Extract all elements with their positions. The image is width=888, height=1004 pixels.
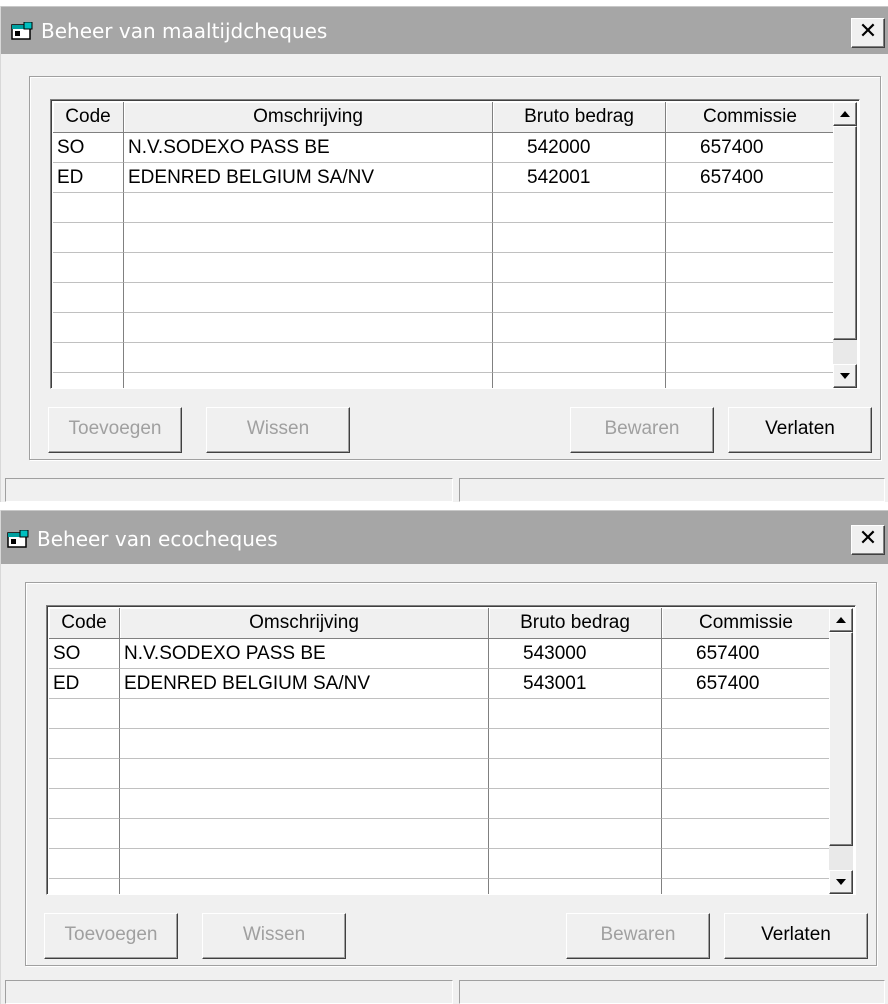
table-row-empty[interactable] (53, 313, 835, 343)
cell-code[interactable]: ED (49, 669, 120, 699)
table-row-empty[interactable] (53, 193, 835, 223)
cell-gross-amount[interactable]: 542001 (493, 163, 666, 193)
cell-description[interactable]: N.V.SODEXO PASS BE (120, 639, 489, 669)
status-pane-left (5, 478, 453, 502)
status-pane-right (459, 980, 885, 1004)
cell-code[interactable]: ED (53, 163, 124, 193)
window-title: Beheer van maaltijdcheques (41, 19, 328, 43)
cell-code[interactable]: SO (53, 133, 124, 163)
cell-description[interactable]: EDENRED BELGIUM SA/NV (120, 669, 489, 699)
column-header-description[interactable]: Omschrijving (120, 608, 489, 639)
table-row-empty[interactable] (49, 759, 831, 789)
table-row-empty[interactable] (49, 879, 831, 894)
table-row[interactable]: ED EDENRED BELGIUM SA/NV 543001 657400 (49, 669, 831, 699)
cheques-grid[interactable]: Code Omschrijving Bruto bedrag Commissie… (46, 605, 856, 895)
quit-button[interactable]: Verlaten (724, 913, 868, 959)
table-row[interactable]: ED EDENRED BELGIUM SA/NV 542001 657400 (53, 163, 835, 193)
close-icon: ✕ (858, 19, 878, 44)
title-bar[interactable]: Beheer van maaltijdcheques ✕ (1, 6, 888, 54)
cell-commission[interactable]: 657400 (666, 133, 835, 163)
add-button[interactable]: Toevoegen (48, 407, 182, 453)
table-row-empty[interactable] (49, 789, 831, 819)
table-row-empty[interactable] (49, 699, 831, 729)
delete-button[interactable]: Wissen (202, 913, 346, 959)
scroll-down-button[interactable] (833, 364, 857, 388)
status-bar (1, 978, 888, 1004)
window-app-icon (11, 22, 33, 40)
cell-code[interactable]: SO (49, 639, 120, 669)
status-pane-left (5, 980, 453, 1004)
scroll-up-arrow-icon (840, 111, 850, 117)
content-panel: Code Omschrijving Bruto bedrag Commissie… (25, 582, 877, 966)
table-row-empty[interactable] (53, 253, 835, 283)
column-header-commission[interactable]: Commissie (662, 608, 831, 639)
cell-commission[interactable]: 657400 (666, 163, 835, 193)
table-row-empty[interactable] (49, 729, 831, 759)
grid-header: Code Omschrijving Bruto bedrag Commissie (53, 102, 835, 133)
column-header-gross-amount[interactable]: Bruto bedrag (489, 608, 662, 639)
cell-gross-amount[interactable]: 543000 (489, 639, 662, 669)
column-header-gross-amount[interactable]: Bruto bedrag (493, 102, 666, 133)
scroll-up-arrow-icon (836, 617, 846, 623)
column-header-code[interactable]: Code (53, 102, 124, 133)
cheques-grid[interactable]: Code Omschrijving Bruto bedrag Commissie… (50, 99, 860, 389)
table-row-empty[interactable] (49, 819, 831, 849)
status-bar (1, 476, 888, 502)
vertical-scrollbar[interactable] (833, 102, 857, 388)
vertical-scrollbar[interactable] (829, 608, 853, 894)
meal-vouchers-window: Beheer van maaltijdcheques ✕ Code Omschr… (0, 6, 888, 502)
content-panel: Code Omschrijving Bruto bedrag Commissie… (29, 76, 881, 460)
close-button[interactable]: ✕ (851, 18, 885, 48)
scroll-down-arrow-icon (836, 879, 846, 885)
table-row-empty[interactable] (53, 223, 835, 253)
close-icon: ✕ (858, 526, 878, 551)
table-row-empty[interactable] (53, 283, 835, 313)
status-pane-right (459, 478, 885, 502)
close-button[interactable]: ✕ (851, 525, 885, 555)
eco-vouchers-window: Beheer van ecocheques ✕ Code Omschrijvin… (0, 510, 888, 1004)
cell-description[interactable]: N.V.SODEXO PASS BE (124, 133, 493, 163)
quit-button[interactable]: Verlaten (728, 407, 872, 453)
window-title: Beheer van ecocheques (37, 527, 278, 551)
delete-button[interactable]: Wissen (206, 407, 350, 453)
column-header-description[interactable]: Omschrijving (124, 102, 493, 133)
table-row-empty[interactable] (49, 849, 831, 879)
cell-gross-amount[interactable]: 543001 (489, 669, 662, 699)
table-row[interactable]: SO N.V.SODEXO PASS BE 542000 657400 (53, 133, 835, 163)
cell-description[interactable]: EDENRED BELGIUM SA/NV (124, 163, 493, 193)
column-header-commission[interactable]: Commissie (666, 102, 835, 133)
scroll-down-arrow-icon (840, 373, 850, 379)
save-button[interactable]: Bewaren (566, 913, 710, 959)
save-button[interactable]: Bewaren (570, 407, 714, 453)
table-row[interactable]: SO N.V.SODEXO PASS BE 543000 657400 (49, 639, 831, 669)
title-bar[interactable]: Beheer van ecocheques ✕ (1, 510, 888, 564)
table-row-empty[interactable] (53, 373, 835, 388)
cell-commission[interactable]: 657400 (662, 639, 831, 669)
grid-header: Code Omschrijving Bruto bedrag Commissie (49, 608, 831, 639)
scroll-thumb[interactable] (829, 632, 853, 846)
scroll-up-button[interactable] (829, 608, 853, 632)
add-button[interactable]: Toevoegen (44, 913, 178, 959)
column-header-code[interactable]: Code (49, 608, 120, 639)
scroll-up-button[interactable] (833, 102, 857, 126)
scroll-thumb[interactable] (833, 126, 857, 340)
table-row-empty[interactable] (53, 343, 835, 373)
cell-gross-amount[interactable]: 542000 (493, 133, 666, 163)
scroll-down-button[interactable] (829, 870, 853, 894)
cell-commission[interactable]: 657400 (662, 669, 831, 699)
window-app-icon (7, 530, 29, 548)
